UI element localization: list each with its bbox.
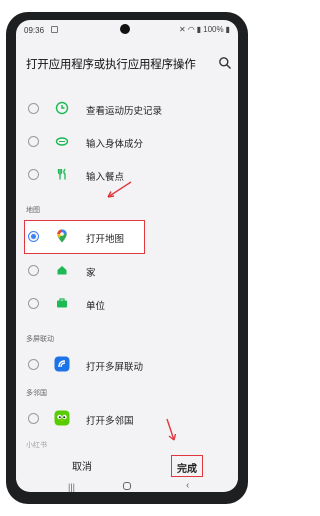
radio-button-selected[interactable] <box>28 231 39 242</box>
multi-screen-icon <box>54 356 70 372</box>
radio-button[interactable] <box>28 413 39 424</box>
screen: 09:36 ✕ ◠ ▮ 100% ▮ 打开应用程序或执行应用程序操作 查看运动历… <box>16 20 238 492</box>
signal-icon: ▮ <box>196 25 202 34</box>
row-label: 单位 <box>86 301 106 312</box>
phone-frame: 09:36 ✕ ◠ ▮ 100% ▮ 打开应用程序或执行应用程序操作 查看运动历… <box>6 12 248 504</box>
mute-icon: ✕ <box>179 25 186 34</box>
status-bar: 09:36 ✕ ◠ ▮ 100% ▮ <box>16 20 238 42</box>
cutlery-icon <box>57 168 66 180</box>
wifi-icon: ◠ <box>187 25 195 34</box>
recent-apps-icon[interactable]: ||| <box>68 482 75 492</box>
duolingo-icon <box>54 410 70 426</box>
row-label: 输入餐点 <box>86 172 125 183</box>
battery-text: 100% <box>203 25 224 34</box>
clock-icon <box>55 101 69 115</box>
radio-button[interactable] <box>28 169 39 180</box>
action-list: 查看运动历史记录 输入身体成分 输入餐点 地图 打开地图 家 单位 多屏联动 打… <box>16 82 238 449</box>
list-item[interactable]: 打开多邻国 <box>16 402 238 436</box>
front-camera <box>120 24 130 34</box>
radio-button[interactable] <box>28 265 39 276</box>
list-item[interactable]: 输入身体成分 <box>16 125 238 159</box>
list-item[interactable]: 单位 <box>16 287 238 321</box>
row-label: 打开多屏联动 <box>86 362 144 373</box>
row-label: 输入身体成分 <box>86 139 144 150</box>
footer-bar: 取消 完成 <box>16 450 238 480</box>
cancel-button[interactable]: 取消 <box>72 458 92 473</box>
radio-button[interactable] <box>28 359 39 370</box>
list-item[interactable]: 输入餐点 <box>16 158 238 192</box>
list-item[interactable]: 打开多屏联动 <box>16 348 238 382</box>
section-header-map: 地图 <box>26 207 40 214</box>
body-composition-icon <box>55 137 69 146</box>
row-label: 家 <box>86 268 96 279</box>
briefcase-icon <box>57 298 67 308</box>
list-item[interactable]: 家 <box>16 254 238 288</box>
status-time: 09:36 <box>24 26 45 35</box>
notification-icon <box>51 26 58 33</box>
search-icon[interactable] <box>218 56 232 70</box>
list-item-open-map[interactable]: 打开地图 <box>16 220 238 254</box>
radio-button[interactable] <box>28 298 39 309</box>
section-header-duolingo: 多邻国 <box>26 390 47 397</box>
battery-icon: ▮ <box>225 25 230 34</box>
done-button[interactable]: 完成 <box>171 455 203 477</box>
home-nav-icon[interactable] <box>123 482 131 490</box>
section-header-multiscreen: 多屏联动 <box>26 336 54 343</box>
row-label: 查看运动历史记录 <box>86 106 163 117</box>
header: 打开应用程序或执行应用程序操作 <box>16 50 238 78</box>
list-item[interactable]: 查看运动历史记录 <box>16 92 238 126</box>
status-icons: ✕ ◠ ▮ 100% ▮ <box>179 25 230 34</box>
navigation-bar: ||| ‹ <box>16 480 238 492</box>
radio-button[interactable] <box>28 136 39 147</box>
page-title: 打开应用程序或执行应用程序操作 <box>26 59 196 71</box>
back-icon[interactable]: ‹ <box>186 480 189 491</box>
section-header-xiaohongshu: 小红书 <box>26 442 47 449</box>
row-label: 打开多邻国 <box>86 416 134 427</box>
row-label: 打开地图 <box>86 234 125 245</box>
radio-button[interactable] <box>28 103 39 114</box>
home-icon <box>57 266 67 275</box>
map-pin-icon <box>57 229 67 243</box>
